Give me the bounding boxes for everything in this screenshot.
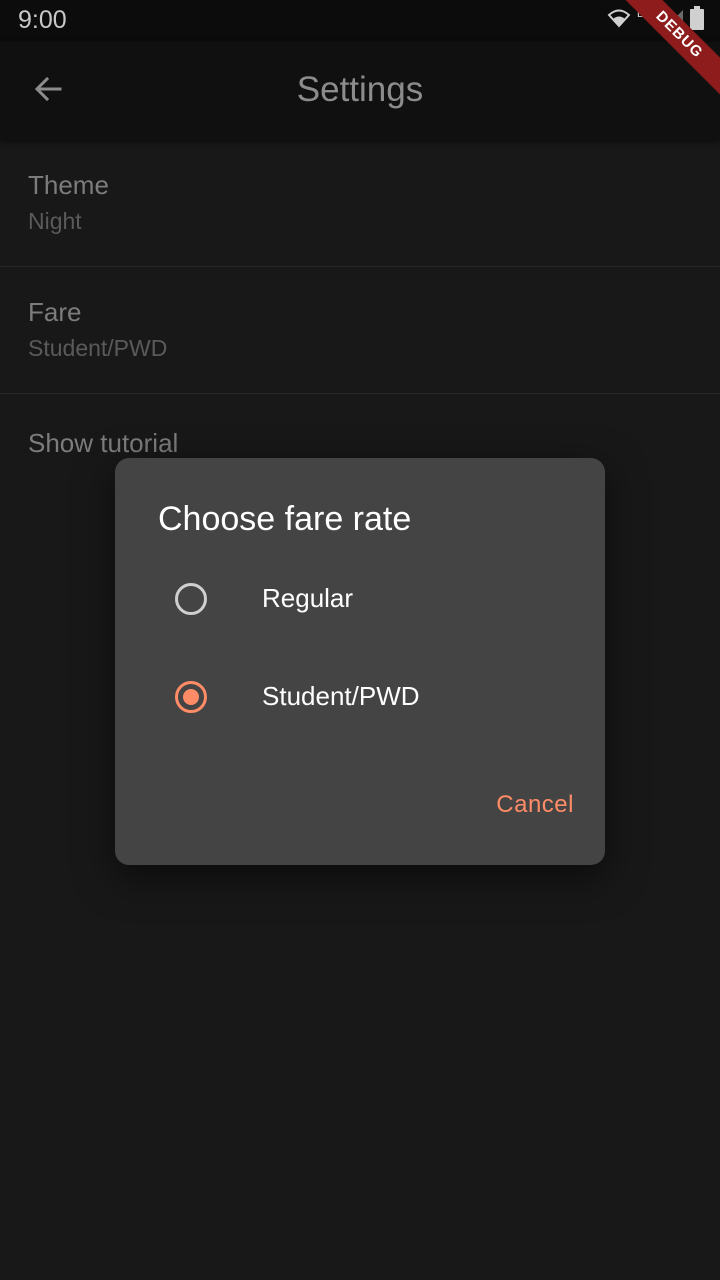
settings-item-value: Night xyxy=(28,208,82,234)
radio-dot xyxy=(183,689,199,705)
settings-item-fare[interactable]: Fare Student/PWD xyxy=(0,267,720,394)
settings-item-title: Show tutorial xyxy=(28,428,179,458)
page-title: Settings xyxy=(296,70,424,109)
fare-option-regular[interactable]: Regular xyxy=(115,559,605,639)
settings-item-value: Student/PWD xyxy=(28,335,168,361)
option-label: Student/PWD xyxy=(262,681,420,711)
fare-option-student-pwd[interactable]: Student/PWD xyxy=(115,657,605,737)
cancel-button[interactable]: Cancel xyxy=(496,791,574,819)
wifi-icon xyxy=(607,8,631,33)
option-label: Regular xyxy=(262,583,354,613)
status-time: 9:00 xyxy=(18,6,67,34)
status-bar: 9:00 LTE xyxy=(0,0,720,42)
radio-selected-icon[interactable] xyxy=(175,681,207,713)
settings-screen: 9:00 LTE xyxy=(0,0,720,1280)
fare-rate-dialog: Choose fare rate Regular Student/PWD Can… xyxy=(115,458,605,865)
dialog-title: Choose fare rate xyxy=(158,500,412,538)
settings-item-title: Theme xyxy=(28,170,109,200)
app-bar: Settings xyxy=(0,42,720,140)
radio-unselected-icon[interactable] xyxy=(175,583,207,615)
settings-item-title: Fare xyxy=(28,297,82,327)
settings-item-theme[interactable]: Theme Night xyxy=(0,140,720,267)
